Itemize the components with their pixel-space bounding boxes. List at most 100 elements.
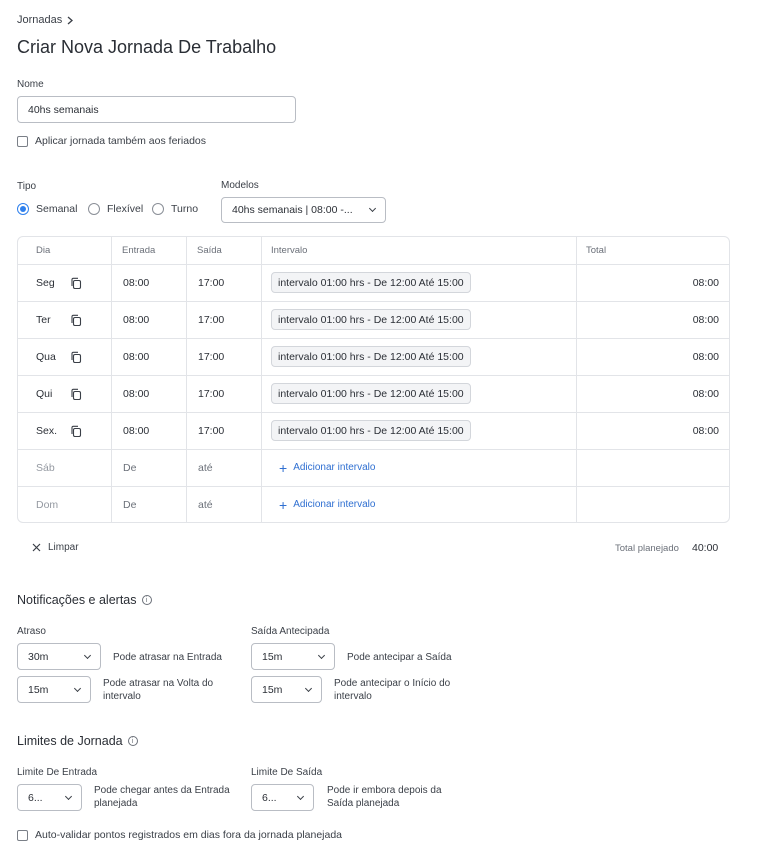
type-option-label: Turno: [171, 203, 199, 215]
type-option-flexivel[interactable]: Flexível: [88, 203, 143, 215]
copy-icon[interactable]: [70, 388, 82, 400]
early-interval-description: Pode antecipar o Início do intervalo: [334, 678, 451, 702]
day-cell: Qui: [36, 387, 53, 400]
holidays-checkbox[interactable]: [17, 135, 28, 147]
chevron-down-icon: [83, 651, 92, 659]
models-label: Modelos: [221, 180, 259, 191]
auto-validate-label: Auto-validar pontos registrados em dias …: [35, 829, 343, 841]
copy-icon[interactable]: [70, 351, 82, 363]
exit-limit-description: Pode ir embora depois da Saída planejada: [327, 785, 442, 809]
exit-limit-select[interactable]: 6...: [251, 784, 314, 811]
auto-validate-checkbox[interactable]: [17, 829, 28, 841]
total-cell: 08:00: [692, 350, 719, 363]
exit-cell[interactable]: até: [198, 486, 213, 523]
holidays-checkbox-label: Aplicar jornada também aos feriados: [35, 135, 207, 147]
interval-chip[interactable]: intervalo 01:00 hrs - De 12:00 Até 15:00: [271, 420, 471, 441]
type-option-label: Semanal: [36, 203, 78, 215]
radio-flexivel[interactable]: [88, 203, 100, 215]
plus-icon: +: [279, 459, 288, 476]
radio-semanal[interactable]: [17, 203, 29, 215]
total-planned-value: 40:00: [692, 542, 719, 554]
holidays-checkbox-row[interactable]: Aplicar jornada também aos feriados: [17, 135, 206, 147]
add-interval-label: Adicionar intervalo: [293, 462, 376, 473]
type-option-turno[interactable]: Turno: [152, 203, 198, 215]
interval-chip[interactable]: intervalo 01:00 hrs - De 12:00 Até 15:00: [271, 272, 471, 293]
auto-validate-row[interactable]: Auto-validar pontos registrados em dias …: [17, 829, 342, 841]
early-exit-label: Saída Antecipada: [251, 626, 330, 637]
limits-title: Limites de Jornada: [17, 734, 123, 748]
early-exit-select[interactable]: 15m: [251, 643, 335, 670]
name-label: Nome: [17, 79, 44, 90]
exit-limit-value: 6...: [262, 791, 277, 804]
entry-cell[interactable]: 08:00: [123, 412, 149, 449]
total-planned-label: Total planejado: [615, 543, 679, 554]
column-header-day: Dia: [36, 245, 51, 256]
day-cell: Sáb: [36, 461, 55, 474]
day-cell: Sex.: [36, 424, 58, 437]
type-option-semanal[interactable]: Semanal: [17, 203, 77, 215]
copy-icon[interactable]: [70, 425, 82, 437]
name-input-value: 40hs semanais: [28, 103, 99, 116]
entry-cell[interactable]: De: [123, 449, 136, 486]
early-exit-value: 15m: [262, 650, 283, 663]
early-interval-select[interactable]: 15m: [251, 676, 322, 703]
type-label: Tipo: [17, 181, 37, 192]
entry-cell[interactable]: 08:00: [123, 264, 149, 301]
exit-cell[interactable]: 17:00: [198, 264, 224, 301]
exit-cell[interactable]: 17:00: [198, 375, 224, 412]
add-interval-button[interactable]: + Adicionar intervalo: [279, 486, 375, 523]
delay-label: Atraso: [17, 626, 46, 637]
chevron-down-icon: [296, 792, 305, 800]
entry-limit-value: 6...: [28, 791, 43, 804]
exit-cell[interactable]: 17:00: [198, 301, 224, 338]
column-header-exit: Saída: [197, 245, 222, 256]
clear-button-label: Limpar: [48, 542, 79, 553]
info-icon[interactable]: i: [127, 736, 138, 746]
early-exit-description: Pode antecipar a Saída: [347, 652, 452, 663]
entry-cell[interactable]: 08:00: [123, 375, 149, 412]
limits-section-title: Limites de Jornada i: [17, 734, 138, 748]
interval-chip[interactable]: intervalo 01:00 hrs - De 12:00 Até 15:00: [271, 309, 471, 330]
info-icon[interactable]: i: [141, 595, 152, 605]
entry-cell[interactable]: De: [123, 486, 136, 523]
entry-cell[interactable]: 08:00: [123, 338, 149, 375]
add-interval-button[interactable]: + Adicionar intervalo: [279, 449, 375, 486]
delay-entry-value: 30m: [28, 650, 49, 663]
exit-cell[interactable]: até: [198, 449, 213, 486]
models-select[interactable]: 40hs semanais | 08:00 -...: [221, 197, 386, 223]
plus-icon: +: [279, 496, 288, 513]
interval-chip[interactable]: intervalo 01:00 hrs - De 12:00 Até 15:00: [271, 383, 471, 404]
day-cell: Qua: [36, 350, 56, 363]
radio-turno[interactable]: [152, 203, 164, 215]
day-cell: Seg: [36, 276, 55, 289]
column-header-interval: Intervalo: [271, 245, 308, 256]
exit-cell[interactable]: 17:00: [198, 338, 224, 375]
notifications-title: Notificações e alertas: [17, 593, 137, 607]
total-cell: 08:00: [692, 276, 719, 289]
exit-cell[interactable]: 17:00: [198, 412, 224, 449]
day-cell: Dom: [36, 498, 59, 511]
chevron-down-icon: [304, 684, 313, 692]
column-header-total: Total: [586, 245, 607, 256]
interval-chip[interactable]: intervalo 01:00 hrs - De 12:00 Até 15:00: [271, 346, 471, 367]
type-option-label: Flexível: [107, 203, 144, 215]
delay-entry-select[interactable]: 30m: [17, 643, 101, 670]
clear-button[interactable]: Limpar: [32, 542, 79, 553]
entry-limit-select[interactable]: 6...: [17, 784, 82, 811]
delay-return-description: Pode atrasar na Volta do intervalo: [103, 678, 214, 702]
exit-limit-label: Limite De Saída: [251, 767, 323, 778]
chevron-right-icon: [67, 16, 74, 24]
delay-return-select[interactable]: 15m: [17, 676, 91, 703]
entry-limit-label: Limite De Entrada: [17, 767, 98, 778]
close-icon: [32, 543, 41, 552]
chevron-down-icon: [317, 651, 326, 659]
name-input[interactable]: 40hs semanais: [17, 96, 296, 123]
copy-icon[interactable]: [70, 277, 82, 289]
copy-icon[interactable]: [70, 314, 82, 326]
chevron-down-icon: [64, 792, 73, 800]
models-select-value: 40hs semanais | 08:00 -...: [232, 204, 353, 216]
total-cell: 08:00: [692, 424, 719, 437]
breadcrumb-link-jornadas[interactable]: Jornadas: [17, 14, 62, 26]
entry-cell[interactable]: 08:00: [123, 301, 149, 338]
page-title: Criar Nova Jornada De Trabalho: [17, 37, 277, 57]
